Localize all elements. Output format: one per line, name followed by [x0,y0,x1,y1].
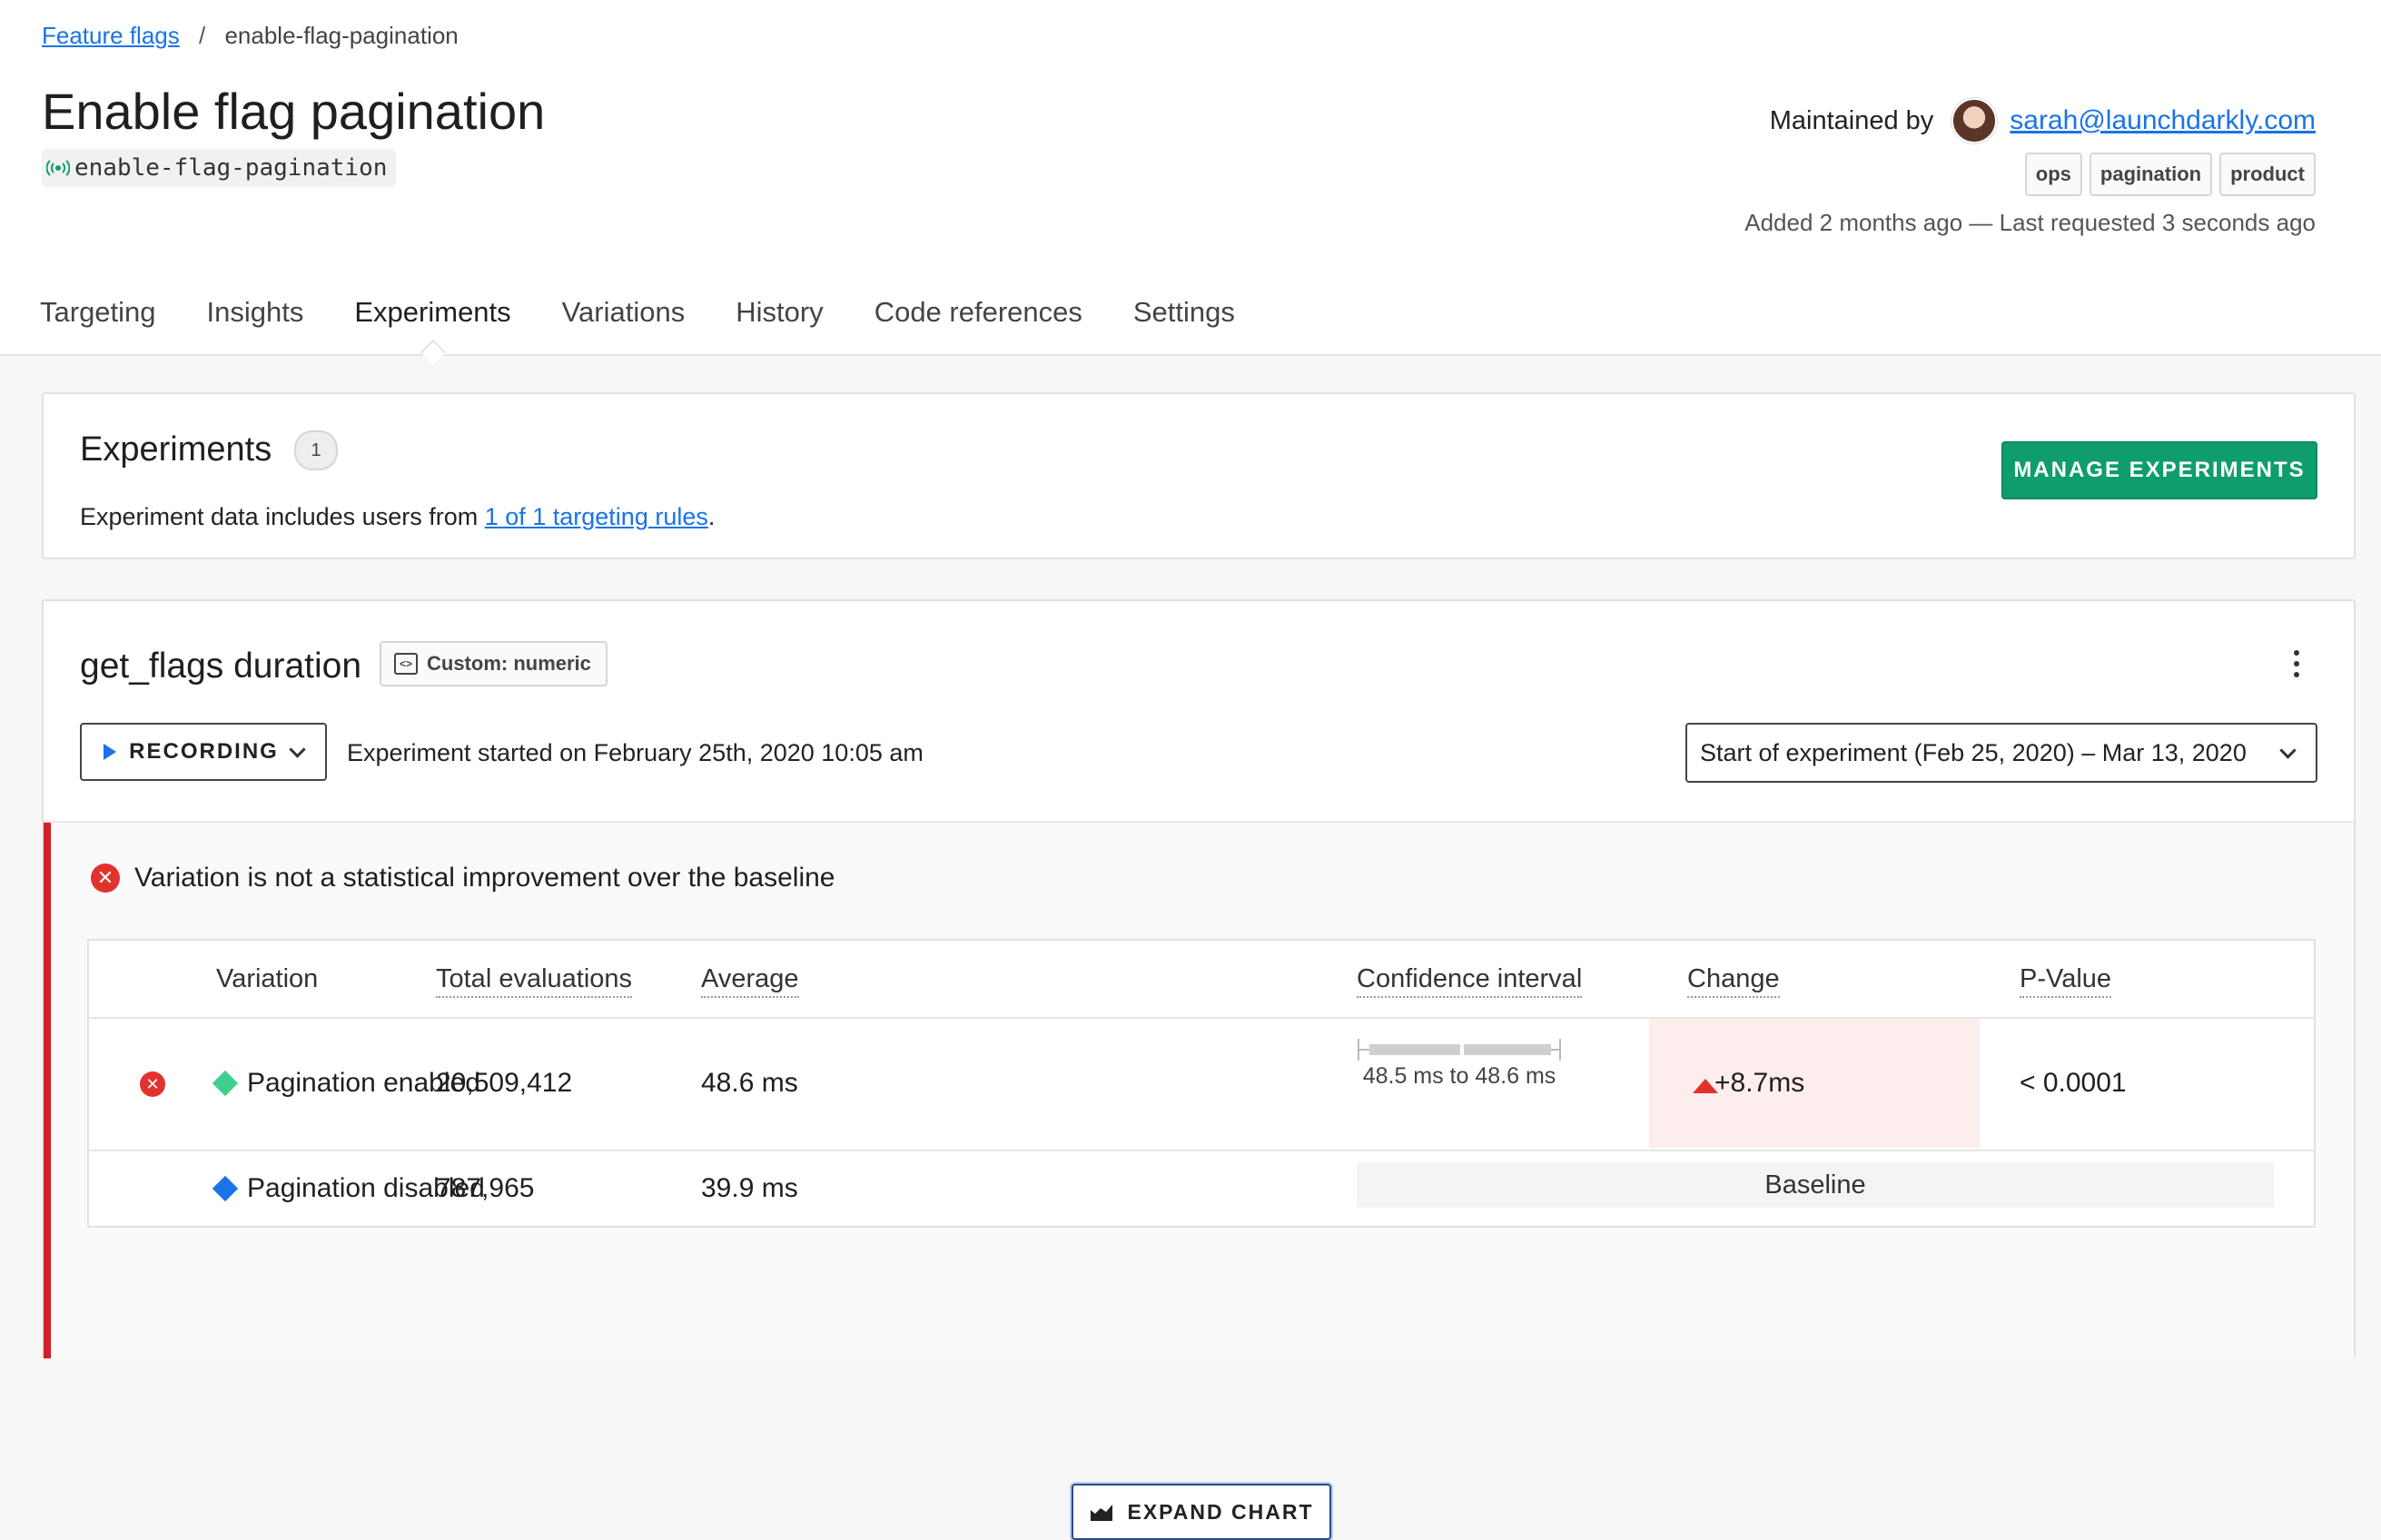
flag-header: Feature flags / enable-flag-pagination E… [0,0,2381,356]
tab-experiments[interactable]: Experiments [354,296,510,349]
experiments-title: Experiments [80,430,272,469]
date-range-select[interactable]: Start of experiment (Feb 25, 2020) – Mar… [1685,723,2317,783]
tag-pagination[interactable]: pagination [2089,153,2213,196]
maintainer: Maintained by sarah@launchdarkly.com [1770,98,2316,143]
header-p-value[interactable]: P-Value [2020,964,2112,998]
experiments-description: Experiment data includes users from 1 of… [80,503,715,531]
targeting-rules-link[interactable]: 1 of 1 targeting rules [485,503,708,530]
x-circle-icon: ✕ [140,1071,165,1097]
breadcrumb: Feature flags / enable-flag-pagination [42,22,459,50]
change-text: +8.7ms [1714,1068,1805,1098]
metric-card: get_flags duration <> Custom: numeric RE… [42,599,2356,1540]
average-value: 39.9 ms [701,1173,798,1203]
tag-list: ops pagination product [2024,153,2316,196]
experiments-count-badge: 1 [294,430,338,470]
header-average[interactable]: Average [701,964,799,998]
code-icon: <> [394,653,418,675]
header-change[interactable]: Change [1687,964,1780,998]
tab-history[interactable]: History [736,296,823,349]
date-range-value: Start of experiment (Feb 25, 2020) – Mar… [1700,738,2247,766]
chevron-down-icon [289,740,306,758]
experiments-summary-card: Experiments 1 Experiment data includes u… [42,392,2356,559]
x-circle-icon: ✕ [91,864,120,893]
header-total-evaluations[interactable]: Total evaluations [436,964,633,998]
recording-dropdown-button[interactable]: RECORDING [80,723,327,781]
tab-code-references[interactable]: Code references [874,296,1082,349]
flag-tabs: Targeting Insights Experiments Variation… [40,296,1235,349]
live-signal-icon [42,152,74,184]
page-title: Enable flag pagination [42,83,546,140]
total-evaluations-value: 787,965 [436,1173,535,1203]
flag-key-chip[interactable]: enable-flag-pagination [42,149,397,187]
result-message: ✕ Variation is not a statistical improve… [91,863,835,893]
manage-experiments-button[interactable]: MANAGE EXPERIMENTS [2001,441,2317,499]
results-table: Variation Total evaluations Average Conf… [87,939,2316,1228]
experiments-description-prefix: Experiment data includes users from [80,503,485,530]
triangle-up-icon [1693,1079,1718,1093]
metric-type-label: Custom: numeric [427,652,591,675]
baseline-cell: Baseline [1357,1162,2274,1208]
maintainer-label: Maintained by [1769,105,1934,135]
confidence-interval-text: 48.5 ms to 48.6 ms [1362,1063,1556,1089]
area-chart-icon [1091,1503,1113,1521]
result-message-text: Variation is not a statistical improveme… [134,863,835,893]
maintainer-email-link[interactable]: sarah@launchdarkly.com [2010,105,2316,136]
tab-insights[interactable]: Insights [207,296,304,349]
expand-chart-label: EXPAND CHART [1127,1499,1314,1524]
flag-key-text: enable-flag-pagination [74,154,388,182]
tab-settings[interactable]: Settings [1133,296,1235,349]
row-divider [89,1150,2314,1151]
more-options-icon[interactable] [2294,650,2303,677]
p-value: < 0.0001 [2020,1068,2127,1098]
tab-targeting[interactable]: Targeting [40,296,156,349]
error-indicator-bar [44,823,51,1358]
breadcrumb-feature-flags-link[interactable]: Feature flags [42,22,180,49]
header-variation: Variation [216,964,319,993]
change-value: +8.7ms [1693,1068,1805,1099]
metric-name: get_flags duration [80,647,362,686]
variation-color-diamond-icon [212,1070,239,1097]
metric-type-badge: <> Custom: numeric [380,641,608,686]
recording-label: RECORDING [129,739,279,764]
avatar [1951,98,1998,143]
expand-chart-button[interactable]: EXPAND CHART [1072,1484,1331,1540]
chevron-down-icon [2279,741,2297,759]
tag-ops[interactable]: ops [2024,153,2082,196]
tag-product[interactable]: product [2219,153,2316,196]
flag-meta-line: Added 2 months ago — Last requested 3 se… [1744,209,2316,236]
experiments-description-suffix: . [707,503,716,530]
total-evaluations-value: 20,509,412 [436,1068,573,1098]
result-panel: ✕ Variation is not a statistical improve… [44,821,2354,1540]
experiment-started-text: Experiment started on February 25th, 202… [347,739,924,766]
breadcrumb-current: enable-flag-pagination [224,22,459,49]
confidence-interval-bar [1358,1039,1561,1061]
variation-color-diamond-icon [212,1175,239,1202]
play-icon [104,744,117,760]
header-confidence-interval[interactable]: Confidence interval [1357,964,1583,998]
row-divider [89,1017,2314,1019]
tab-variations[interactable]: Variations [562,296,686,349]
average-value: 48.6 ms [701,1068,798,1098]
breadcrumb-separator: / [198,22,206,49]
